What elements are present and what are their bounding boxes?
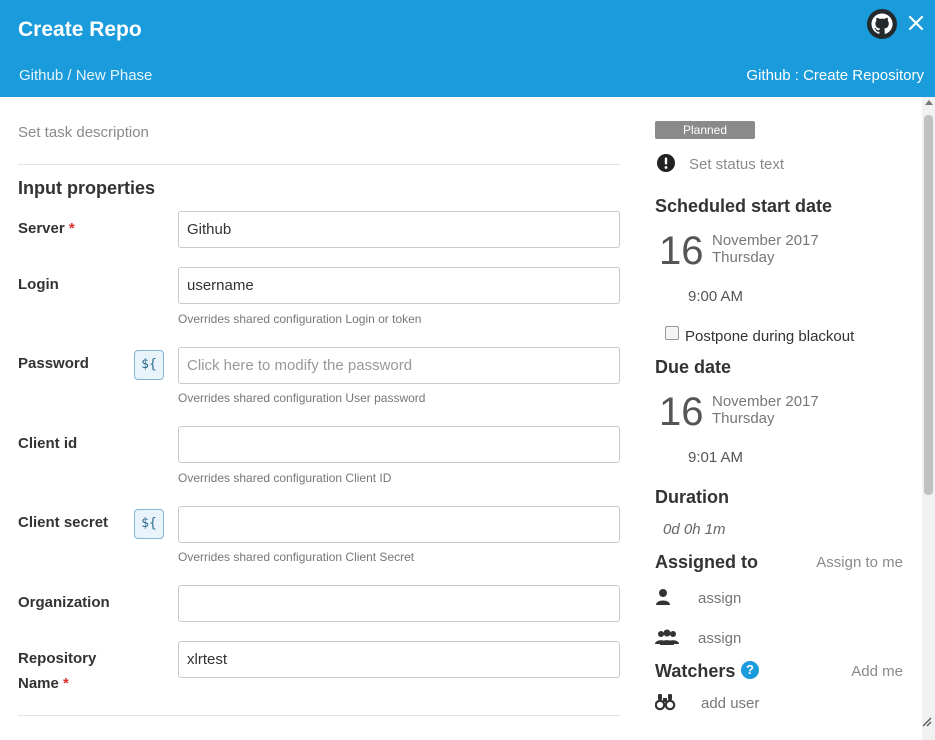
repository-name-label: Repository Name *	[18, 650, 97, 692]
client-id-label: Client id	[18, 435, 78, 452]
scroll-thumb[interactable]	[924, 115, 933, 495]
login-input[interactable]: username	[178, 267, 620, 304]
add-me-link[interactable]: Add me	[851, 663, 903, 680]
add-watcher-link[interactable]: add user	[701, 695, 759, 712]
users-icon	[655, 629, 679, 645]
client-id-input[interactable]	[178, 426, 620, 463]
login-help: Overrides shared configuration Login or …	[178, 312, 422, 326]
divider	[18, 715, 620, 716]
scroll-up-arrow[interactable]	[925, 100, 933, 105]
client-secret-variable-button[interactable]: ${	[134, 509, 164, 539]
server-input[interactable]: Github	[178, 211, 620, 248]
exclamation-circle-icon	[657, 154, 675, 172]
assign-to-me-link[interactable]: Assign to me	[816, 554, 903, 571]
due-date-title: Due date	[655, 357, 732, 377]
start-month-year[interactable]: November 2017 Thursday	[712, 232, 819, 266]
task-form: Set task description Input properties Se…	[18, 97, 620, 740]
password-help: Overrides shared configuration User pass…	[178, 391, 426, 405]
status-text[interactable]: Set status text	[689, 156, 784, 173]
organization-input[interactable]	[178, 585, 620, 622]
password-input[interactable]: Click here to modify the password	[178, 347, 620, 384]
watchers-title: Watchers	[655, 661, 736, 681]
question-circle-icon[interactable]: ?	[741, 661, 759, 679]
server-label: Server *	[18, 220, 75, 237]
password-variable-button[interactable]: ${	[134, 350, 164, 380]
login-label: Login	[18, 276, 59, 293]
scrollbar[interactable]	[922, 97, 935, 740]
resize-handle-icon[interactable]	[920, 715, 932, 727]
assign-user-link[interactable]: assign	[698, 590, 741, 607]
task-type-label: Github : Create Repository	[746, 67, 924, 84]
due-day[interactable]: 16	[659, 390, 704, 435]
breadcrumb[interactable]: Github / New Phase	[19, 67, 152, 84]
input-properties-title: Input properties	[18, 178, 156, 198]
modal-body: Set task description Input properties Se…	[0, 97, 935, 740]
binoculars-icon	[655, 694, 676, 711]
due-month-year[interactable]: November 2017 Thursday	[712, 393, 819, 427]
postpone-label[interactable]: Postpone during blackout	[685, 328, 854, 345]
client-secret-label: Client secret	[18, 514, 109, 531]
status-badge: Planned	[655, 121, 755, 139]
assign-team-link[interactable]: assign	[698, 630, 741, 647]
due-time[interactable]: 9:01 AM	[688, 449, 743, 466]
password-label: Password	[18, 355, 89, 372]
assigned-to-title: Assigned to	[655, 552, 759, 572]
modal-title: Create Repo	[18, 18, 142, 41]
client-secret-help: Overrides shared configuration Client Se…	[178, 550, 415, 564]
repository-name-input[interactable]: xlrtest	[178, 641, 620, 678]
close-icon[interactable]	[907, 14, 925, 32]
start-day[interactable]: 16	[659, 229, 704, 274]
scheduled-start-title: Scheduled start date	[655, 196, 833, 216]
postpone-checkbox[interactable]	[665, 326, 679, 340]
divider	[18, 164, 620, 165]
duration-value[interactable]: 0d 0h 1m	[663, 521, 726, 538]
github-icon	[867, 9, 897, 39]
task-sidebar: Planned Set status text Scheduled start …	[655, 97, 905, 740]
organization-label: Organization	[18, 594, 110, 611]
client-id-help: Overrides shared configuration Client ID	[178, 471, 392, 485]
user-icon	[656, 589, 670, 605]
modal-header: Create Repo Github / New Phase Github : …	[0, 0, 935, 97]
start-time[interactable]: 9:00 AM	[688, 288, 743, 305]
client-secret-input[interactable]	[178, 506, 620, 543]
task-description[interactable]: Set task description	[18, 124, 149, 141]
duration-title: Duration	[655, 487, 729, 507]
